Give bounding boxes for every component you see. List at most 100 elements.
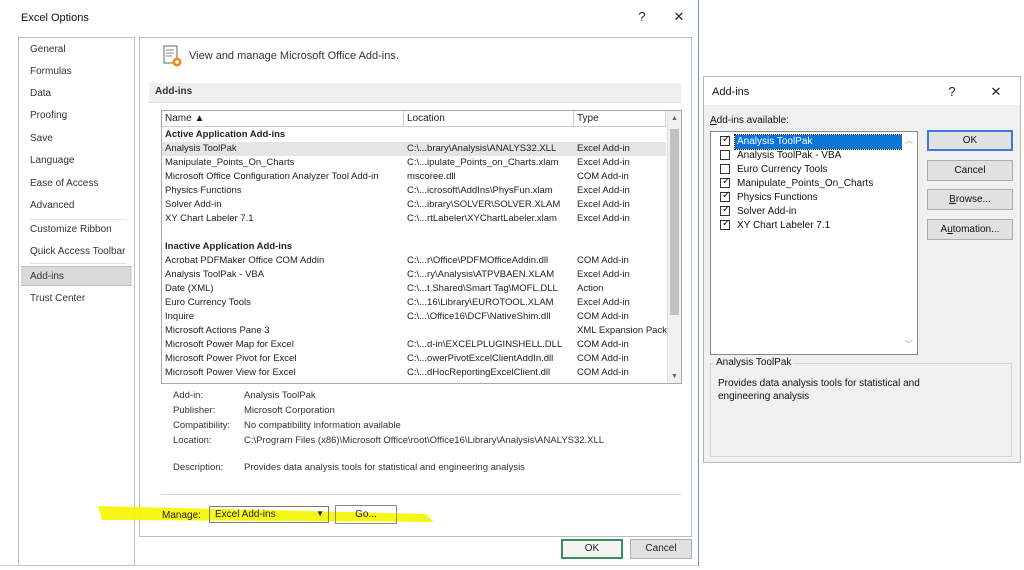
scroll-down-icon[interactable]: ﹀ xyxy=(905,339,913,350)
addins-dialog: Add-ins ? ✕ Add-ins available: ✓ Analysis… xyxy=(703,76,1021,463)
column-header-location[interactable]: Location xyxy=(404,111,574,127)
automation-button[interactable]: Automation... xyxy=(927,219,1013,240)
scroll-down-icon[interactable]: ▼ xyxy=(671,373,678,380)
nav-item-save[interactable]: Save xyxy=(19,129,134,149)
dialog-cancel-button[interactable]: Cancel xyxy=(927,160,1013,181)
nav-item-data[interactable]: Data xyxy=(19,84,134,104)
nav-item-proofing[interactable]: Proofing xyxy=(19,106,134,126)
addin-item-label[interactable]: Solver Add-in xyxy=(735,205,798,219)
page-header-text: View and manage Microsoft Office Add-ins… xyxy=(189,50,399,62)
nav-item-quick-access-toolbar[interactable]: Quick Access Toolbar xyxy=(19,242,134,262)
cell-location: C:\...16\Library\EUROTOOL.XLAM xyxy=(407,297,554,308)
description-text: Provides data analysis tools for statist… xyxy=(718,378,920,402)
nav-item-advanced[interactable]: Advanced xyxy=(19,196,134,216)
nav-item-general[interactable]: General xyxy=(19,40,134,60)
table-row[interactable]: Microsoft Power Map for Excel C:\...d-in\… xyxy=(162,338,666,352)
table-row[interactable]: Microsoft Power Pivot for Excel C:\...owe… xyxy=(162,352,666,366)
table-row[interactable]: Manipulate_Points_On_Charts C:\...ipulate… xyxy=(162,156,666,170)
detail-publisher-label: Publisher: xyxy=(173,405,216,416)
table-scrollbar[interactable]: ▲ ▼ xyxy=(667,111,681,383)
cell-location: C:\...owerPivotExcelClientAddIn.dll xyxy=(407,353,554,364)
table-row[interactable]: Euro Currency Tools C:\...16\Library\EURO… xyxy=(162,296,666,310)
table-row[interactable]: Acrobat PDFMaker Office COM Addin C:\...r… xyxy=(162,254,666,268)
table-row[interactable]: Physics Functions C:\...icrosoft\AddIns\P… xyxy=(162,184,666,198)
cell-type: Excel Add-in xyxy=(577,143,630,154)
addin-item-label[interactable]: Analysis ToolPak - VBA xyxy=(735,149,843,163)
nav-item-formulas[interactable]: Formulas xyxy=(19,62,134,82)
table-row[interactable]: Microsoft Power View for Excel C:\...dHoc… xyxy=(162,366,666,380)
cell-type: COM Add-in xyxy=(577,255,629,266)
go-button[interactable]: Go... xyxy=(335,505,397,524)
detail-publisher-value: Microsoft Corporation xyxy=(244,405,335,416)
dialog-ok-button[interactable]: OK xyxy=(927,130,1013,151)
cell-name: Analysis ToolPak xyxy=(165,143,237,154)
addin-checkbox[interactable]: ✓ xyxy=(720,176,730,188)
table-row[interactable]: Inquire C:\...\Office16\DCF\NativeShim.dl… xyxy=(162,310,666,324)
nav-item-add-ins[interactable]: Add-ins xyxy=(21,266,132,286)
available-label-text: dd-ins available: xyxy=(716,115,789,126)
detail-addin-label: Add-in: xyxy=(173,390,204,401)
cancel-button[interactable]: Cancel xyxy=(630,539,692,559)
cell-type: Excel Add-in xyxy=(577,199,630,210)
checkmark-icon: ✓ xyxy=(722,204,731,215)
cell-name: Acrobat PDFMaker Office COM Addin xyxy=(165,255,325,266)
help-button[interactable]: ? xyxy=(630,9,654,24)
scroll-thumb[interactable] xyxy=(670,129,679,315)
addin-item-label[interactable]: XY Chart Labeler 7.1 xyxy=(735,219,832,233)
dialog-help-button[interactable]: ? xyxy=(940,84,964,99)
list-scrollbar[interactable]: ︿ ﹀ xyxy=(902,132,917,354)
cell-location: C:\...rtLabeler\XYChartLabeler.xlam xyxy=(407,213,557,224)
detail-description-value: Provides data analysis tools for statist… xyxy=(244,462,525,473)
cell-name: Solver Add-in xyxy=(165,199,222,210)
addins-list[interactable]: ✓ Analysis ToolPak Analysis ToolPak - VBA E… xyxy=(710,131,918,355)
scroll-up-icon[interactable]: ▲ xyxy=(671,115,678,122)
column-header-name[interactable]: Name ▲ xyxy=(162,111,404,127)
table-row[interactable]: XY Chart Labeler 7.1 C:\...rtLabeler\XYCh… xyxy=(162,212,666,226)
addin-item-label[interactable]: Euro Currency Tools xyxy=(735,163,829,177)
table-row[interactable]: Solver Add-in C:\...ibrary\SOLVER\SOLVER.… xyxy=(162,198,666,212)
dialog-close-button[interactable]: ✕ xyxy=(984,84,1008,100)
table-row[interactable]: Microsoft Actions Pane 3 XML Expansion Pa… xyxy=(162,324,667,338)
addin-checkbox[interactable] xyxy=(720,164,730,174)
automation-label-post: tomation... xyxy=(952,224,1000,235)
table-row[interactable]: Analysis ToolPak C:\...brary\Analysis\ANA… xyxy=(162,142,666,156)
addin-checkbox[interactable]: ✓ xyxy=(720,190,730,202)
cell-type: COM Add-in xyxy=(577,339,629,350)
addin-checkbox[interactable] xyxy=(720,150,730,160)
nav-item-ease-of-access[interactable]: Ease of Access xyxy=(19,174,134,194)
table-row[interactable]: Date (XML) C:\...t Shared\Smart Tag\MOFL.… xyxy=(162,282,666,296)
nav-item-trust-center[interactable]: Trust Center xyxy=(19,289,134,309)
addin-checkbox[interactable]: ✓ xyxy=(720,218,730,230)
cell-location: C:\...d-in\EXCELPLUGINSHELL.DLL xyxy=(407,339,563,350)
cell-location: mscoree.dll xyxy=(407,171,456,182)
detail-compat-label: Compatibility: xyxy=(173,420,231,431)
addin-item-label[interactable]: Analysis ToolPak xyxy=(734,134,906,150)
cell-name: Microsoft Actions Pane 3 xyxy=(165,325,270,336)
detail-location-value: C:\Program Files (x86)\Microsoft Office\… xyxy=(244,435,605,446)
browse-button[interactable]: Browse... xyxy=(927,189,1013,210)
manage-divider xyxy=(161,494,682,495)
addin-item-label[interactable]: Physics Functions xyxy=(735,191,820,205)
cell-name: Manipulate_Points_On_Charts xyxy=(165,157,295,168)
nav-item-language[interactable]: Language xyxy=(19,151,134,171)
column-header-type[interactable]: Type xyxy=(574,111,666,127)
nav-item-customize-ribbon[interactable]: Customize Ribbon xyxy=(19,220,134,240)
cell-location: C:\...r\Office\PDFMOfficeAddin.dll xyxy=(407,255,549,266)
addin-item-label[interactable]: Manipulate_Points_On_Charts xyxy=(735,177,875,191)
table-row[interactable]: Microsoft Office Configuration Analyzer … xyxy=(162,170,666,184)
window-title: Excel Options xyxy=(21,12,89,24)
manage-dropdown[interactable]: Excel Add-ins ▼ xyxy=(209,506,329,523)
ok-button[interactable]: OK xyxy=(561,539,623,559)
addins-table[interactable]: Name ▲ Location Type Active Application … xyxy=(161,110,682,384)
cell-name: Physics Functions xyxy=(165,185,242,196)
scroll-up-icon[interactable]: ︿ xyxy=(905,135,913,146)
cell-location: C:\...dHocReportingExcelClient.dll xyxy=(407,367,551,378)
addin-checkbox[interactable]: ✓ xyxy=(720,204,731,216)
cell-location: C:\...icrosoft\AddIns\PhysFun.xlam xyxy=(407,185,553,196)
description-group-title: Analysis ToolPak xyxy=(714,357,794,368)
cell-location: C:\...ipulate_Points_on_Charts.xlam xyxy=(407,157,559,168)
addin-checkbox[interactable]: ✓ xyxy=(720,134,730,146)
close-button[interactable]: ✕ xyxy=(667,9,691,25)
cell-type: Action xyxy=(577,283,604,294)
table-row[interactable]: Analysis ToolPak - VBA C:\...ry\Analysis\… xyxy=(162,268,666,282)
